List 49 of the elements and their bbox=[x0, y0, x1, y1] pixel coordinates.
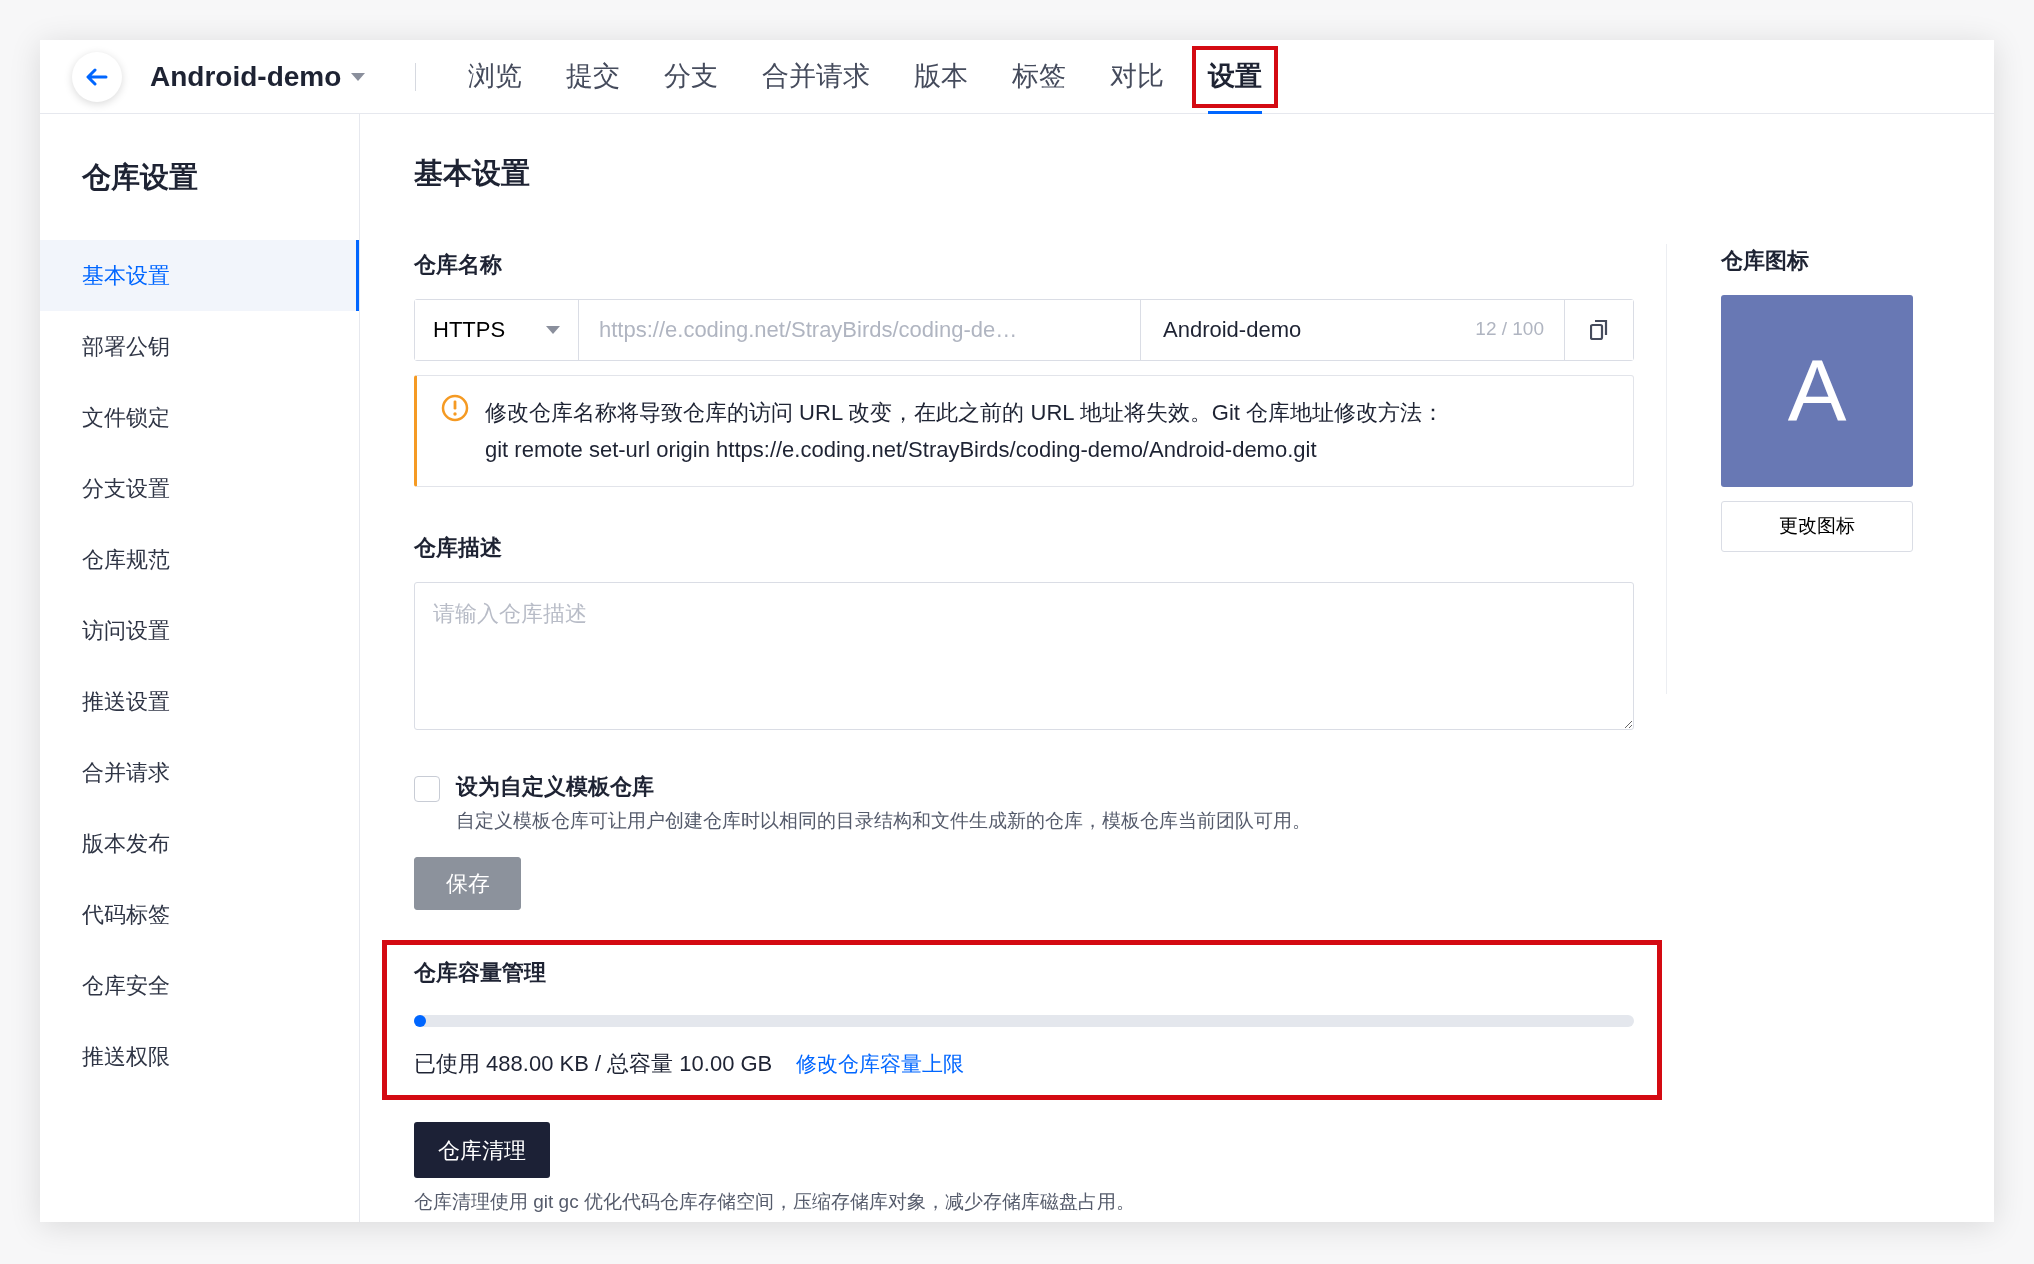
protocol-select[interactable]: HTTPS bbox=[415, 299, 579, 360]
nav-tab[interactable]: 对比 bbox=[1088, 39, 1187, 114]
field-label: 仓库名称 bbox=[414, 250, 503, 279]
checkbox-label: 设为自定义模板仓库 bbox=[456, 772, 655, 801]
sidebar-item[interactable]: 分支设置 bbox=[40, 452, 359, 524]
sidebar-item[interactable]: 版本发布 bbox=[40, 807, 359, 879]
char-counter: 12 / 100 bbox=[1475, 317, 1544, 342]
repo-name: Android-demo bbox=[150, 59, 342, 94]
warning-text: 修改仓库名称将导致仓库的访问 URL 改变，在此之前的 URL 地址将失效。Git 仓库地址修改方法： bbox=[485, 398, 1445, 427]
sidebar-title: 仓库设置 bbox=[81, 160, 199, 195]
help-text: 仓库清理使用 git gc 优化代码仓库存储空间，压缩存储库对象，减少存储库磁盘占用。 bbox=[414, 1190, 1136, 1214]
edit-limit-link[interactable]: 修改仓库容量上限 bbox=[796, 1047, 965, 1080]
sidebar-item[interactable]: 部署公钥 bbox=[40, 310, 359, 382]
git-command: git remote set-url origin https://e.coding.net/StrayBirds/coding-demo/Android-demo.git bbox=[485, 435, 1318, 464]
field-label: 仓库描述 bbox=[414, 533, 503, 562]
sidebar-item[interactable]: 代码标签 bbox=[40, 878, 359, 950]
nav-tab[interactable]: 浏览 bbox=[446, 39, 545, 114]
help-text: 自定义模板仓库可让用户创建仓库时以相同的目录结构和文件生成新的仓库，模板仓库当前团队可用。 bbox=[456, 808, 1311, 833]
nav-tab[interactable]: 标签 bbox=[990, 39, 1089, 114]
repo-avatar: A bbox=[1721, 295, 1913, 487]
sidebar-item[interactable]: 仓库规范 bbox=[40, 523, 359, 595]
field-label: 仓库图标 bbox=[1721, 247, 1810, 275]
back-button[interactable] bbox=[72, 51, 122, 102]
sidebar-item[interactable]: 基本设置 bbox=[40, 239, 359, 311]
sidebar-item[interactable]: 推送设置 bbox=[40, 665, 359, 737]
page-title: 基本设置 bbox=[414, 156, 531, 191]
change-icon-button[interactable]: 更改图标 bbox=[1721, 501, 1913, 552]
usage-text: 已使用 488.00 KB / 总容量 10.00 GB bbox=[414, 1050, 773, 1078]
nav-tab[interactable]: 版本 bbox=[892, 39, 991, 114]
nav-tab[interactable]: 分支 bbox=[642, 39, 741, 114]
sidebar-item[interactable]: 文件锁定 bbox=[40, 381, 359, 453]
section-title: 仓库容量管理 bbox=[414, 959, 547, 987]
copy-icon bbox=[1590, 319, 1608, 340]
nav-tab[interactable]: 合并请求 bbox=[740, 39, 893, 114]
back-arrow-icon bbox=[86, 67, 108, 86]
nav-tab[interactable]: 设置 bbox=[1186, 39, 1285, 114]
caret-icon bbox=[351, 72, 366, 81]
caret-icon bbox=[546, 325, 560, 334]
description-field[interactable]: 请输入仓库描述 bbox=[414, 581, 1634, 730]
sidebar-item[interactable]: 推送权限 bbox=[40, 1020, 359, 1092]
protocol-value: HTTPS bbox=[433, 316, 506, 344]
repo-switcher[interactable]: Android-demo bbox=[150, 55, 366, 98]
template-checkbox[interactable] bbox=[414, 775, 440, 802]
warning-icon bbox=[441, 393, 469, 422]
sidebar-item[interactable]: 合并请求 bbox=[40, 736, 359, 808]
cleanup-button[interactable]: 仓库清理 bbox=[414, 1122, 550, 1178]
nav-tab[interactable]: 提交 bbox=[544, 39, 643, 114]
sidebar-item[interactable]: 访问设置 bbox=[40, 594, 359, 666]
sidebar-item[interactable]: 仓库安全 bbox=[40, 949, 359, 1021]
